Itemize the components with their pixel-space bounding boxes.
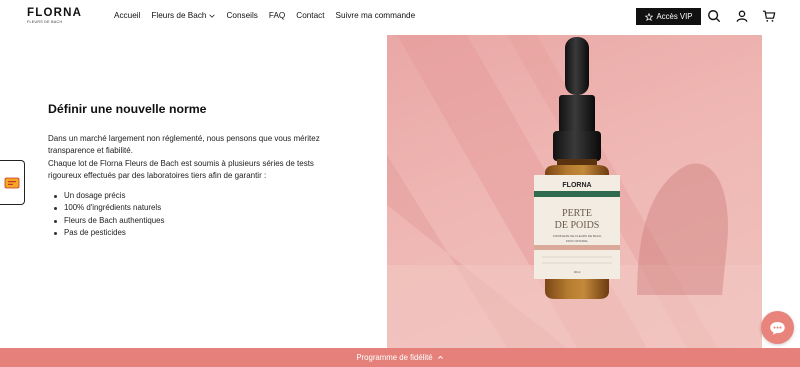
site-header: FLORNA FLEURS DE BACH Accueil Fleurs de … [0, 0, 800, 34]
feature-list: Un dosage précis 100% d'ingrédients natu… [48, 190, 338, 239]
label-subtitle1: COMPLEXE DE FLEURS DE BACH [553, 234, 602, 238]
list-item: 100% d'ingrédients naturels [48, 202, 338, 214]
chat-icon [770, 321, 785, 335]
label-subtitle2: 100% NATUREL [566, 239, 589, 243]
account-icon[interactable] [735, 9, 749, 23]
nav-item-suivre-commande[interactable]: Suivre ma commande [336, 11, 416, 20]
main-nav: Accueil Fleurs de Bach Conseils FAQ Cont… [114, 11, 415, 20]
cart-icon[interactable] [762, 9, 776, 23]
chat-button[interactable] [761, 311, 794, 344]
label-product-line1: PERTE [562, 208, 592, 219]
paragraph-details: Chaque lot de Florna Fleurs de Bach est … [48, 158, 314, 180]
chevron-down-icon [209, 14, 216, 18]
label-brand: FLORNA [562, 182, 591, 189]
vip-access-button[interactable]: Accès VIP [636, 8, 701, 25]
nav-item-conseils[interactable]: Conseils [226, 11, 257, 20]
rewards-side-tab[interactable] [0, 160, 25, 205]
section-title: Définir une nouvelle norme [48, 102, 207, 116]
nav-label: Fleurs de Bach [151, 11, 207, 20]
chevron-up-icon [437, 355, 443, 359]
logo-tagline: FLEURS DE BACH [27, 20, 63, 24]
label-product-line2: DE POIDS [555, 220, 600, 231]
loyalty-program-bar[interactable]: Programme de fidélité [0, 348, 800, 367]
search-icon[interactable] [707, 9, 721, 23]
nav-item-faq[interactable]: FAQ [269, 11, 285, 20]
nav-label: FAQ [268, 11, 286, 20]
logo-name: FLORNA [27, 7, 83, 19]
list-item: Fleurs de Bach authentiques [48, 215, 338, 227]
list-item: Pas de pesticides [48, 227, 338, 239]
nav-label: Suivre ma commande [335, 11, 416, 20]
nav-item-contact[interactable]: Contact [296, 11, 324, 20]
logo[interactable]: FLORNA FLEURS DE BACH [27, 7, 83, 27]
nav-label: Conseils [226, 11, 258, 20]
product-image: FLORNA PERTE DE POIDS COMPLEXE DE FLEURS… [387, 35, 762, 348]
nav-label: Accueil [114, 11, 141, 20]
product-scene: FLORNA PERTE DE POIDS COMPLEXE DE FLEURS… [387, 35, 762, 348]
label-volume: 30ml [574, 270, 581, 274]
ticket-icon [4, 177, 20, 188]
vip-label: Accès VIP [656, 12, 693, 21]
nav-label: Contact [296, 11, 325, 20]
loyalty-label: Programme de fidélité [356, 353, 433, 362]
nav-item-fleurs-de-bach[interactable]: Fleurs de Bach [151, 11, 216, 20]
paragraph-intro: Dans un marché largement non réglementé,… [48, 134, 320, 156]
nav-item-accueil[interactable]: Accueil [114, 11, 140, 20]
list-item: Un dosage précis [48, 190, 338, 202]
content-block: Définir une nouvelle norme Dans un march… [48, 102, 338, 239]
star-icon [644, 12, 653, 21]
